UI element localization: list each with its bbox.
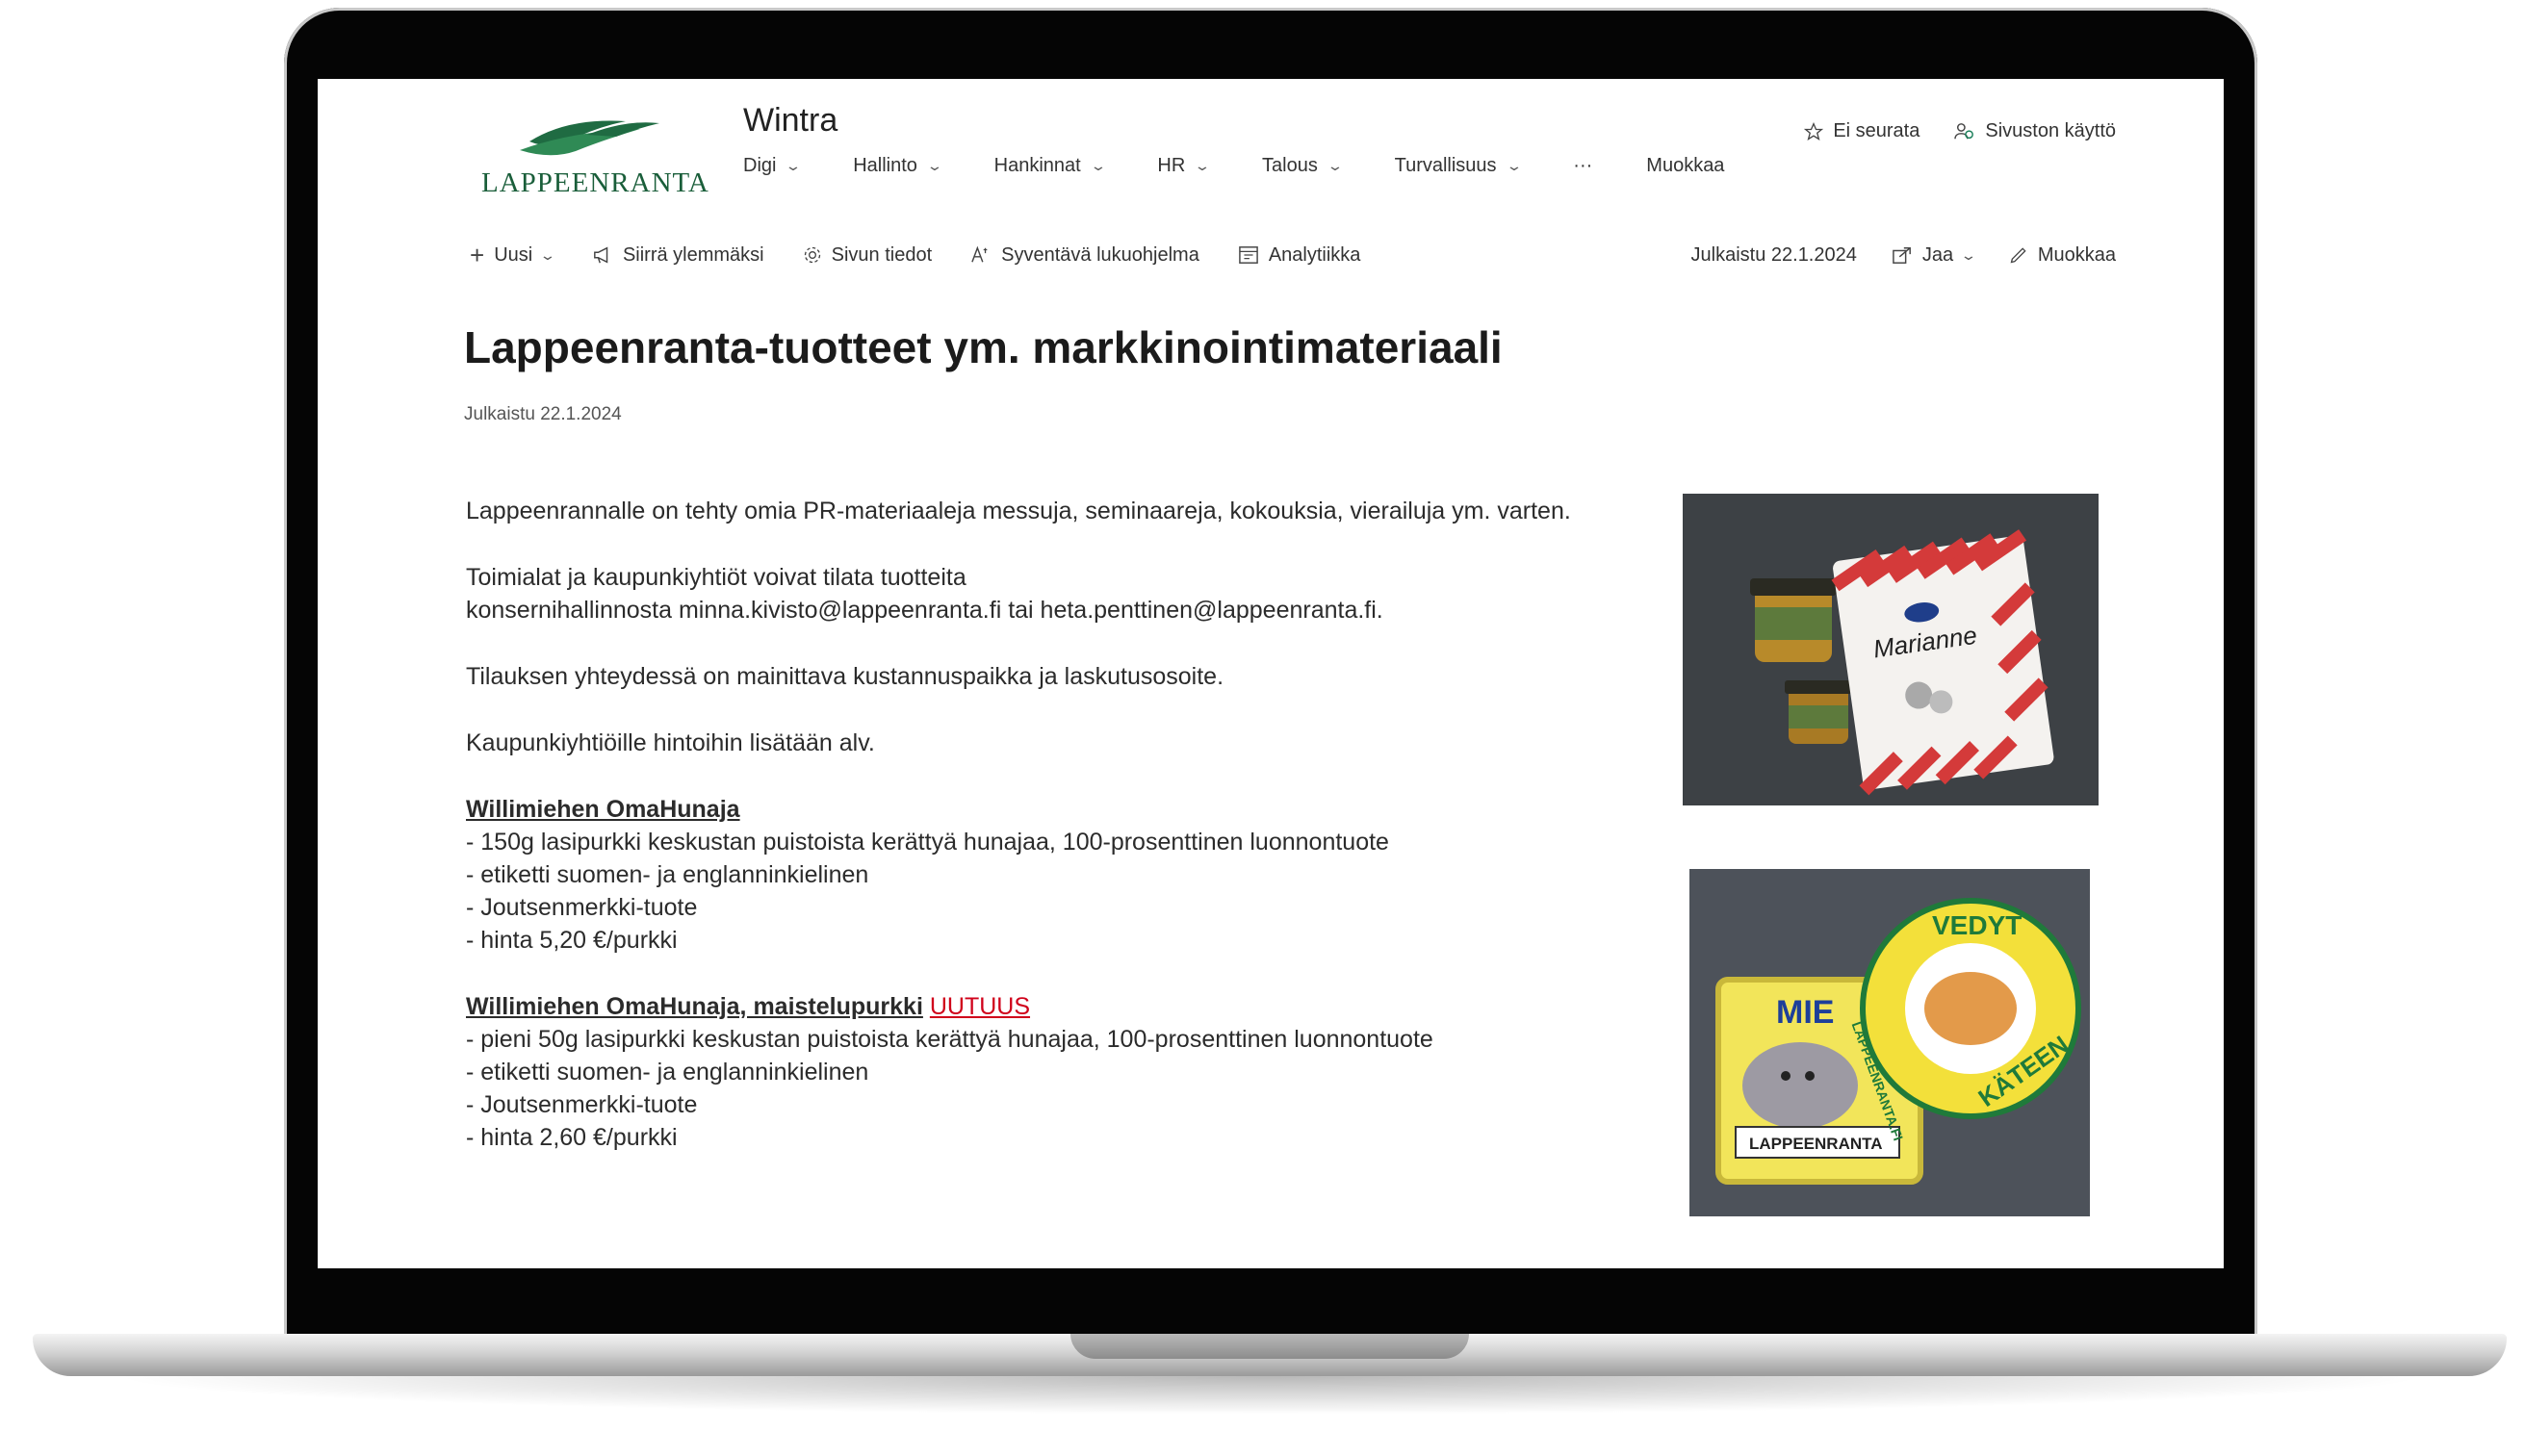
star-icon [1804,121,1824,140]
site-access-label: Sivuston käyttö [1985,120,2116,141]
ordering-line-1: Toimialat ja kaupunkiyhtiöt voivat tilat… [466,564,966,591]
laptop-notch [1070,1334,1469,1359]
nav-item-turvallisuus[interactable]: Turvallisuus ⌄ [1394,155,1523,177]
ordering-line-2: konsernihallinnosta minna.kivisto@lappee… [466,597,1383,624]
nav-item-hallinto[interactable]: Hallinto ⌄ [853,155,943,177]
immersive-reader-button[interactable]: Syventävä lukuohjelma [970,244,1199,267]
logo-waves-icon [520,120,659,156]
logo-text: LAPPEENRANTA [481,167,709,198]
product-1: Willimiehen OmaHunaja - 150g lasipurkki … [466,793,1602,957]
screen: LAPPEENRANTA Wintra Digi ⌄ Hallinto ⌄ Hank… [318,79,2224,1268]
list-item: - 150g lasipurkki keskustan puistoista k… [466,829,1389,856]
site-logo[interactable]: LAPPEENRANTA [481,108,709,214]
follow-label: Ei seurata [1833,120,1920,141]
nav-item-hankinnat[interactable]: Hankinnat ⌄ [993,155,1107,177]
share-label: Jaa [1921,243,1954,266]
page-title: Lappeenranta-tuotteet ym. markkinointima… [464,322,1503,372]
share-button[interactable]: Jaa ⌄ [1892,243,1977,267]
analytics-label: Analytiikka [1268,243,1361,266]
laptop-shadow [106,1376,2435,1415]
nav-label: Talous [1262,155,1318,176]
command-bar: + Uusi ⌄ Siirrä ylemmäksi Sivun tiedot S… [470,236,2116,274]
honey-jar-small [1785,680,1852,744]
product-2-heading: Willimiehen OmaHunaja, maistelupurkki UU… [466,990,1602,1023]
follow-button[interactable]: Ei seurata [1804,120,1920,142]
top-navigation: Digi ⌄ Hallinto ⌄ Hankinnat ⌄ HR ⌄ Talous ⌄ T… [743,155,1778,177]
nav-item-digi[interactable]: Digi ⌄ [743,155,802,177]
product-2-list: - pieni 50g lasipurkki keskustan puistoi… [466,1023,1602,1154]
nav-label: Hankinnat [993,155,1081,176]
nav-edit-link[interactable]: Muokkaa [1646,155,1724,177]
chevron-down-icon: ⌄ [1194,158,1211,173]
header-actions: Ei seurata Sivuston käyttö [1804,120,2116,142]
product-photo-honey-candy[interactable]: Marianne [1683,494,2099,805]
chevron-down-icon: ⌄ [1960,246,1977,263]
nav-item-hr[interactable]: HR ⌄ [1157,155,1211,177]
new-button[interactable]: + Uusi ⌄ [470,240,556,270]
list-item: - etiketti suomen- ja englanninkielinen [466,1059,869,1086]
new-label: Uusi [494,243,533,266]
chevron-down-icon: ⌄ [925,158,943,173]
patch-text-mie: MIE [1776,994,1834,1031]
reader-icon [971,245,988,263]
chevron-down-icon: ⌄ [785,158,803,173]
product-photo-patches[interactable]: MIE LAPPEENRANTA VEDYT KÄTEEN LAPPEENRAN… [1689,869,2090,1216]
plus-icon: + [470,240,485,269]
analytics-icon [1239,246,1258,264]
product-2: Willimiehen OmaHunaja, maistelupurkki UU… [466,990,1602,1154]
list-item: - pieni 50g lasipurkki keskustan puistoi… [466,1026,1433,1053]
commandbar-right: Julkaistu 22.1.2024 Jaa ⌄ Muokkaa [1657,244,2116,267]
edit-label: Muokkaa [2037,243,2116,266]
nav-label: Turvallisuus [1394,155,1497,176]
patches-illustration: MIE LAPPEENRANTA VEDYT KÄTEEN LAPPEENRAN… [1689,869,2090,1216]
chevron-down-icon: ⌄ [1089,158,1107,173]
share-icon [1893,247,1911,264]
people-icon [1954,122,1974,139]
product-2-title: Willimiehen OmaHunaja, maistelupurkki [466,993,923,1020]
promote-button[interactable]: Siirrä ylemmäksi [592,244,764,267]
paragraph-ordering: Toimialat ja kaupunkiyhtiöt voivat tilat… [466,561,1602,626]
patch-text-top: VEDYT [1932,910,2022,940]
pencil-icon [2010,247,2026,264]
megaphone-icon [594,246,608,264]
list-item: - etiketti suomen- ja englanninkielinen [466,861,869,888]
nav-label: Digi [743,155,777,176]
published-label: Julkaistu 22.1.2024 [1690,243,1857,266]
site-access-button[interactable]: Sivuston käyttö [1954,120,2116,142]
honey-jar-large [1750,578,1837,662]
list-item: - hinta 2,60 €/purkki [466,1124,678,1151]
nav-more-button[interactable]: ··· [1573,155,1592,177]
article-published-date: Julkaistu 22.1.2024 [464,404,622,424]
paragraph-cost-center: Tilauksen yhteydessä on mainittava kusta… [466,663,1224,690]
product-1-list: - 150g lasipurkki keskustan puistoista k… [466,826,1602,957]
analytics-button[interactable]: Analytiikka [1238,243,1361,267]
nav-label: Hallinto [853,155,917,176]
list-item: - Joutsenmerkki-tuote [466,894,698,921]
page-details-label: Sivun tiedot [831,243,933,266]
chevron-down-icon: ⌄ [1326,158,1344,173]
chevron-down-icon: ⌄ [539,246,556,263]
published-date: Julkaistu 22.1.2024 [1691,244,1857,267]
honey-candy-illustration: Marianne [1683,494,2099,805]
article-body: Lappeenrannalle on tehty omia PR-materia… [466,495,1602,1154]
paragraph-vat: Kaupunkiyhtiöille hintoihin lisätään alv… [466,729,875,756]
edit-button[interactable]: Muokkaa [2009,244,2116,267]
new-badge: UUTUUS [929,993,1031,1020]
patch-banner: LAPPEENRANTA [1749,1135,1883,1153]
chevron-down-icon: ⌄ [1505,158,1523,173]
gear-icon [804,246,820,264]
nav-label: HR [1157,155,1186,176]
nav-item-talous[interactable]: Talous ⌄ [1262,155,1344,177]
site-title[interactable]: Wintra [743,102,837,140]
product-1-title: Willimiehen OmaHunaja [466,796,740,823]
page-details-button[interactable]: Sivun tiedot [803,243,933,267]
candy-bag: Marianne [1831,529,2054,796]
paragraph-intro: Lappeenrannalle on tehty omia PR-materia… [466,498,1571,524]
list-item: - hinta 5,20 €/purkki [466,927,678,954]
promote-label: Siirrä ylemmäksi [622,243,764,266]
list-item: - Joutsenmerkki-tuote [466,1091,698,1118]
immersive-reader-label: Syventävä lukuohjelma [1001,243,1199,266]
